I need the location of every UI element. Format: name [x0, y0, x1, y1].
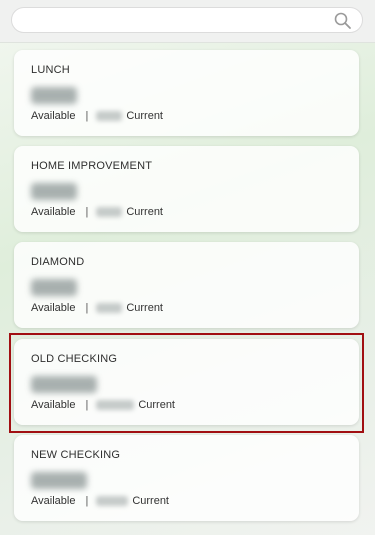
- current-balance-obscured: [96, 303, 123, 313]
- available-balance-obscured: [31, 279, 77, 296]
- account-card-old-checking[interactable]: OLD CHECKING Available | Current: [14, 339, 359, 425]
- balance-row: Available | Current: [31, 110, 163, 122]
- current-label: Current: [132, 495, 169, 507]
- current-balance-obscured: [96, 111, 123, 121]
- account-name: HOME IMPROVEMENT: [31, 160, 153, 172]
- search-input[interactable]: [22, 11, 326, 31]
- balance-row: Available | Current: [31, 302, 163, 314]
- separator: |: [85, 302, 89, 314]
- current-label: Current: [138, 399, 175, 411]
- account-name: OLD CHECKING: [31, 353, 118, 365]
- separator: |: [85, 495, 89, 507]
- current-label: Current: [126, 206, 163, 218]
- account-card-new-checking[interactable]: NEW CHECKING Available | Current: [14, 435, 359, 521]
- available-balance-obscured: [31, 87, 77, 104]
- current-balance-obscured: [96, 496, 129, 506]
- current-balance-obscured: [96, 400, 135, 410]
- separator: |: [85, 110, 89, 122]
- account-card-diamond[interactable]: DIAMOND Available | Current: [14, 242, 359, 328]
- account-card-lunch[interactable]: LUNCH Available | Current: [14, 50, 359, 136]
- separator: |: [85, 399, 89, 411]
- available-label: Available: [31, 206, 76, 218]
- separator: |: [85, 206, 89, 218]
- available-balance-obscured: [31, 376, 97, 393]
- balance-row: Available | Current: [31, 206, 163, 218]
- available-balance-obscured: [31, 183, 77, 200]
- account-card-home-improvement[interactable]: HOME IMPROVEMENT Available | Current: [14, 146, 359, 232]
- search-bar-container: [0, 0, 375, 43]
- available-label: Available: [31, 302, 76, 314]
- current-label: Current: [126, 302, 163, 314]
- search-box[interactable]: [11, 7, 363, 33]
- account-name: LUNCH: [31, 64, 70, 76]
- available-label: Available: [31, 399, 76, 411]
- available-label: Available: [31, 495, 76, 507]
- current-balance-obscured: [96, 207, 123, 217]
- balance-row: Available | Current: [31, 495, 169, 507]
- current-label: Current: [126, 110, 163, 122]
- balance-row: Available | Current: [31, 399, 175, 411]
- account-name: DIAMOND: [31, 256, 85, 268]
- app-frame: LUNCH Available | Current HOME IMPROVEME…: [0, 0, 375, 535]
- available-balance-obscured: [31, 472, 87, 489]
- search-icon[interactable]: [333, 11, 353, 31]
- available-label: Available: [31, 110, 76, 122]
- account-name: NEW CHECKING: [31, 449, 121, 461]
